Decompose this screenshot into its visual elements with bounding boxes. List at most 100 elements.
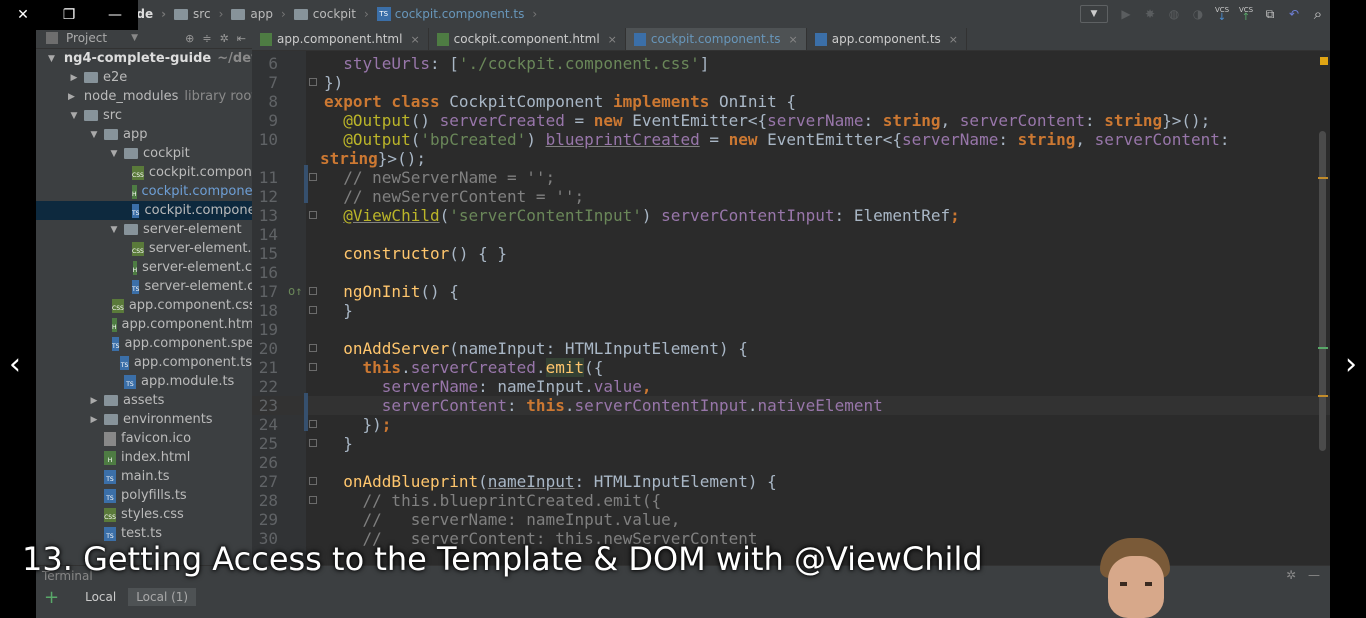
fold-toggle-icon[interactable]	[309, 211, 317, 219]
expanded-arrow-icon[interactable]: ▼	[88, 130, 100, 140]
editor-scrollbar[interactable]	[1319, 131, 1326, 451]
tree-folder[interactable]: ▶ e2e	[36, 68, 252, 87]
code-line[interactable]: 7})	[252, 73, 1330, 92]
run-config-dropdown[interactable]: ▼	[1080, 5, 1108, 23]
breadcrumb-item[interactable]: TS cockpit.component.ts ›	[376, 7, 537, 21]
tree-file[interactable]: TS polyfills.ts	[36, 486, 252, 505]
code-line[interactable]: 22 serverName: nameInput.value,	[252, 377, 1330, 396]
close-window-button[interactable]: ✕	[0, 0, 46, 30]
target-icon[interactable]: ⊕	[185, 32, 194, 45]
new-terminal-icon[interactable]: +	[44, 587, 59, 608]
editor-tab[interactable]: app.component.html ×	[252, 28, 429, 50]
tree-file[interactable]: TS app.component.ts	[36, 353, 252, 372]
collapse-icon[interactable]: ≑	[202, 32, 211, 45]
code-line[interactable]: 14	[252, 225, 1330, 244]
fold-toggle-icon[interactable]	[309, 306, 317, 314]
gear-icon[interactable]: ✲	[220, 32, 229, 45]
collapsed-arrow-icon[interactable]: ▶	[88, 415, 100, 425]
editor-tab[interactable]: cockpit.component.ts ×	[625, 28, 807, 50]
fold-toggle-icon[interactable]	[309, 420, 317, 428]
code-line[interactable]: 15 constructor() { }	[252, 244, 1330, 263]
tree-folder[interactable]: ▶ assets	[36, 391, 252, 410]
terminal-tab[interactable]: Local	[77, 588, 124, 606]
code-editor[interactable]: 6 styleUrls: ['./cockpit.component.css']…	[252, 51, 1330, 571]
fold-toggle-icon[interactable]	[309, 287, 317, 295]
fold-toggle-icon[interactable]	[309, 344, 317, 352]
vcs-update-icon[interactable]: VCS ↓	[1213, 5, 1231, 23]
project-dropdown-icon[interactable]: ▼	[131, 33, 138, 43]
previous-arrow-icon[interactable]: ‹	[4, 346, 26, 382]
tree-folder[interactable]: ▶ node_modules library root	[36, 87, 252, 106]
close-tab-icon[interactable]: ×	[410, 33, 419, 46]
collapsed-arrow-icon[interactable]: ▶	[68, 73, 80, 83]
tree-file[interactable]: TS app.module.ts	[36, 372, 252, 391]
editor-tab[interactable]: cockpit.component.html ×	[429, 28, 626, 50]
tree-file[interactable]: CSS app.component.css	[36, 296, 252, 315]
coverage-icon[interactable]: ◍	[1165, 5, 1183, 23]
tree-folder[interactable]: ▶ environments	[36, 410, 252, 429]
tree-file[interactable]: Hindex.html	[36, 448, 252, 467]
code-line[interactable]: 8 export class CockpitComponent implement…	[252, 92, 1330, 111]
debug-icon[interactable]: ✸	[1141, 5, 1159, 23]
code-line[interactable]: 23 serverContent: this.serverContentInpu…	[252, 396, 1330, 415]
implements-marker-icon[interactable]: o↑	[288, 282, 302, 301]
close-tab-icon[interactable]: ×	[608, 33, 617, 46]
expanded-arrow-icon[interactable]: ▼	[108, 149, 120, 159]
code-line[interactable]: 29 // serverName: nameInput.value,	[252, 510, 1330, 529]
editor-tab[interactable]: app.component.ts ×	[807, 28, 967, 50]
code-line[interactable]: 12 // newServerContent = '';	[252, 187, 1330, 206]
terminal-tab[interactable]: Local (1)	[128, 588, 197, 606]
collapsed-arrow-icon[interactable]: ▶	[88, 396, 100, 406]
code-line[interactable]: 16	[252, 263, 1330, 282]
tree-folder[interactable]: ▼ server-element	[36, 220, 252, 239]
close-tab-icon[interactable]: ×	[949, 33, 958, 46]
breadcrumb-item[interactable]: src ›	[174, 7, 223, 21]
terminal-gear-icon[interactable]: ✲	[1286, 568, 1296, 582]
tree-file[interactable]: Hcockpit.compone	[36, 182, 252, 201]
fold-toggle-icon[interactable]	[309, 363, 317, 371]
code-line[interactable]: 13 @ViewChild('serverContentInput') serv…	[252, 206, 1330, 225]
tree-file[interactable]: Hserver-element.c	[36, 258, 252, 277]
code-line[interactable]: 10 @Output('bpCreated') blueprintCreated…	[252, 130, 1330, 149]
tree-file[interactable]: CSS cockpit.compone	[36, 163, 252, 182]
breadcrumb-item[interactable]: app ›	[231, 7, 286, 21]
warning-indicator-icon[interactable]	[1320, 57, 1328, 65]
code-line[interactable]: 18 }	[252, 301, 1330, 320]
tree-file[interactable]: Happ.component.htm	[36, 315, 252, 334]
fold-toggle-icon[interactable]	[309, 477, 317, 485]
next-arrow-icon[interactable]: ›	[1340, 346, 1362, 382]
project-panel-title[interactable]: Project	[66, 31, 107, 45]
code-line[interactable]: 20 onAddServer(nameInput: HTMLInputEleme…	[252, 339, 1330, 358]
fold-toggle-icon[interactable]	[309, 78, 317, 86]
terminal-minimize-icon[interactable]: —	[1308, 568, 1320, 582]
code-line[interactable]: 27 onAddBlueprint(nameInput: HTMLInputEl…	[252, 472, 1330, 491]
expanded-arrow-icon[interactable]: ▼	[48, 54, 55, 64]
fold-toggle-icon[interactable]	[309, 496, 317, 504]
tree-file[interactable]: TS main.ts	[36, 467, 252, 486]
code-line[interactable]: 6 styleUrls: ['./cockpit.component.css']	[252, 54, 1330, 73]
run-icon[interactable]: ▶	[1117, 5, 1135, 23]
code-line[interactable]: 25 }	[252, 434, 1330, 453]
revert-icon[interactable]: ↶	[1285, 5, 1303, 23]
tree-folder[interactable]: ▼ app	[36, 125, 252, 144]
code-line[interactable]: 24 });	[252, 415, 1330, 434]
code-line[interactable]: 21 this.serverCreated.emit({	[252, 358, 1330, 377]
code-line[interactable]: 9 @Output() serverCreated = new EventEmi…	[252, 111, 1330, 130]
tree-file[interactable]: TS cockpit.compone	[36, 201, 252, 220]
code-line[interactable]: 26	[252, 453, 1330, 472]
tree-file[interactable]: CSS styles.css	[36, 505, 252, 524]
collapsed-arrow-icon[interactable]: ▶	[68, 92, 75, 102]
hide-icon[interactable]: ⇤	[237, 32, 246, 45]
tree-file[interactable]: CSS server-element.c	[36, 239, 252, 258]
breadcrumb-item[interactable]: cockpit ›	[293, 7, 369, 21]
fold-toggle-icon[interactable]	[309, 173, 317, 181]
tree-folder[interactable]: ▼ src	[36, 106, 252, 125]
tree-file[interactable]: TS app.component.spe	[36, 334, 252, 353]
vcs-commit-icon[interactable]: VCS ↑	[1237, 5, 1255, 23]
close-tab-icon[interactable]: ×	[789, 33, 798, 46]
tree-file[interactable]: favicon.ico	[36, 429, 252, 448]
tree-file[interactable]: TS server-element.c	[36, 277, 252, 296]
code-line[interactable]: 28 // this.blueprintCreated.emit({	[252, 491, 1330, 510]
search-icon[interactable]: ⌕	[1309, 5, 1327, 23]
code-line[interactable]: 17 o↑ ngOnInit() {	[252, 282, 1330, 301]
